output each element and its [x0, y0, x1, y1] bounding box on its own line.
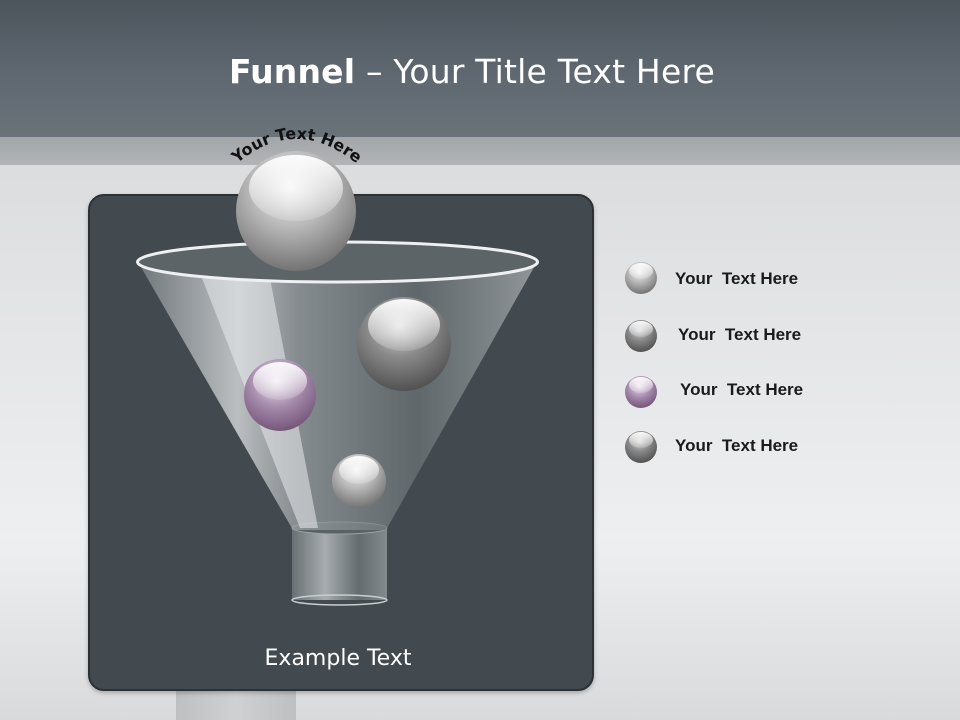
legend-ball-1 — [625, 262, 657, 294]
legend-ball-2 — [625, 320, 657, 352]
funnel-diagram: Your Text Here — [136, 124, 657, 606]
legend-ball-3 — [625, 376, 657, 408]
funnel-stem — [291, 521, 388, 606]
legend-label: Your Text Here — [678, 325, 802, 344]
legend-label: Your Text Here — [675, 436, 799, 455]
ball-top — [236, 151, 356, 271]
legend-label: Your Text Here — [680, 380, 804, 399]
ball-purple — [244, 359, 316, 431]
ball-large-gray — [357, 297, 451, 391]
legend-label: Your Text Here — [675, 269, 799, 288]
ball-small-gray — [332, 454, 386, 508]
legend-ball-4 — [625, 431, 657, 463]
example-text: Example Text — [264, 646, 412, 671]
